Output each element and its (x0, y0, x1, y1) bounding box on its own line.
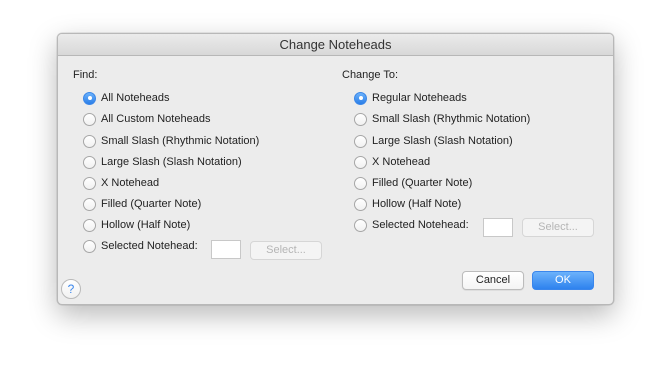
find-option-label: Selected Notehead: (101, 240, 198, 252)
change-option-hollow[interactable]: Hollow (Half Note) (354, 196, 461, 212)
change-to-label: Change To: (342, 69, 399, 81)
find-notehead-preview (211, 240, 241, 259)
change-option-small-slash[interactable]: Small Slash (Rhythmic Notation) (354, 111, 530, 127)
find-option-selected-notehead[interactable]: Selected Notehead: (83, 238, 198, 254)
change-notehead-preview (483, 218, 513, 237)
radio-button[interactable] (354, 134, 367, 148)
change-option-label: Selected Notehead: (372, 219, 469, 231)
radio-button[interactable] (83, 176, 96, 190)
find-option-label: Large Slash (Slash Notation) (101, 156, 242, 168)
change-option-regular-noteheads[interactable]: Regular Noteheads (354, 90, 467, 106)
radio-button[interactable] (83, 218, 96, 232)
change-option-label: Regular Noteheads (372, 92, 467, 104)
change-option-filled[interactable]: Filled (Quarter Note) (354, 175, 472, 191)
change-select-button[interactable]: Select... (522, 218, 594, 237)
ok-button[interactable]: OK (532, 271, 594, 290)
find-label: Find: (73, 69, 98, 81)
cancel-button[interactable]: Cancel (462, 271, 524, 290)
find-option-hollow[interactable]: Hollow (Half Note) (83, 217, 190, 233)
find-option-large-slash[interactable]: Large Slash (Slash Notation) (83, 154, 242, 170)
find-option-all-custom-noteheads[interactable]: All Custom Noteheads (83, 111, 210, 127)
radio-button[interactable] (354, 197, 367, 211)
find-option-label: Filled (Quarter Note) (101, 198, 202, 210)
find-option-small-slash[interactable]: Small Slash (Rhythmic Notation) (83, 133, 259, 149)
change-option-label: Small Slash (Rhythmic Notation) (372, 113, 531, 125)
help-button[interactable]: ? (61, 279, 81, 299)
change-option-label: Large Slash (Slash Notation) (372, 135, 513, 147)
dialog-title: Change Noteheads (58, 34, 613, 56)
find-option-label: Hollow (Half Note) (101, 219, 191, 231)
radio-button[interactable] (83, 134, 96, 148)
radio-button[interactable] (83, 112, 96, 126)
radio-button[interactable] (83, 197, 96, 211)
radio-button[interactable] (83, 239, 96, 253)
change-option-large-slash[interactable]: Large Slash (Slash Notation) (354, 133, 513, 149)
radio-button-selected[interactable] (83, 91, 96, 105)
radio-button[interactable] (354, 112, 367, 126)
find-option-label: All Custom Noteheads (101, 113, 211, 125)
find-option-label: X Notehead (101, 177, 160, 189)
find-option-label: All Noteheads (101, 92, 170, 104)
find-select-button[interactable]: Select... (250, 241, 322, 260)
radio-button[interactable] (354, 218, 367, 232)
change-option-label: Filled (Quarter Note) (372, 177, 473, 189)
radio-button-selected[interactable] (354, 91, 367, 105)
find-option-x-notehead[interactable]: X Notehead (83, 175, 159, 191)
change-option-label: X Notehead (372, 156, 431, 168)
change-option-x-notehead[interactable]: X Notehead (354, 154, 430, 170)
find-option-label: Small Slash (Rhythmic Notation) (101, 135, 260, 147)
change-option-selected-notehead[interactable]: Selected Notehead: (354, 217, 469, 233)
radio-button[interactable] (354, 155, 367, 169)
find-option-filled[interactable]: Filled (Quarter Note) (83, 196, 201, 212)
radio-button[interactable] (83, 155, 96, 169)
change-noteheads-dialog: Change Noteheads Find: All Noteheads All… (57, 33, 614, 305)
radio-button[interactable] (354, 176, 367, 190)
find-option-all-noteheads[interactable]: All Noteheads (83, 90, 170, 106)
change-option-label: Hollow (Half Note) (372, 198, 462, 210)
